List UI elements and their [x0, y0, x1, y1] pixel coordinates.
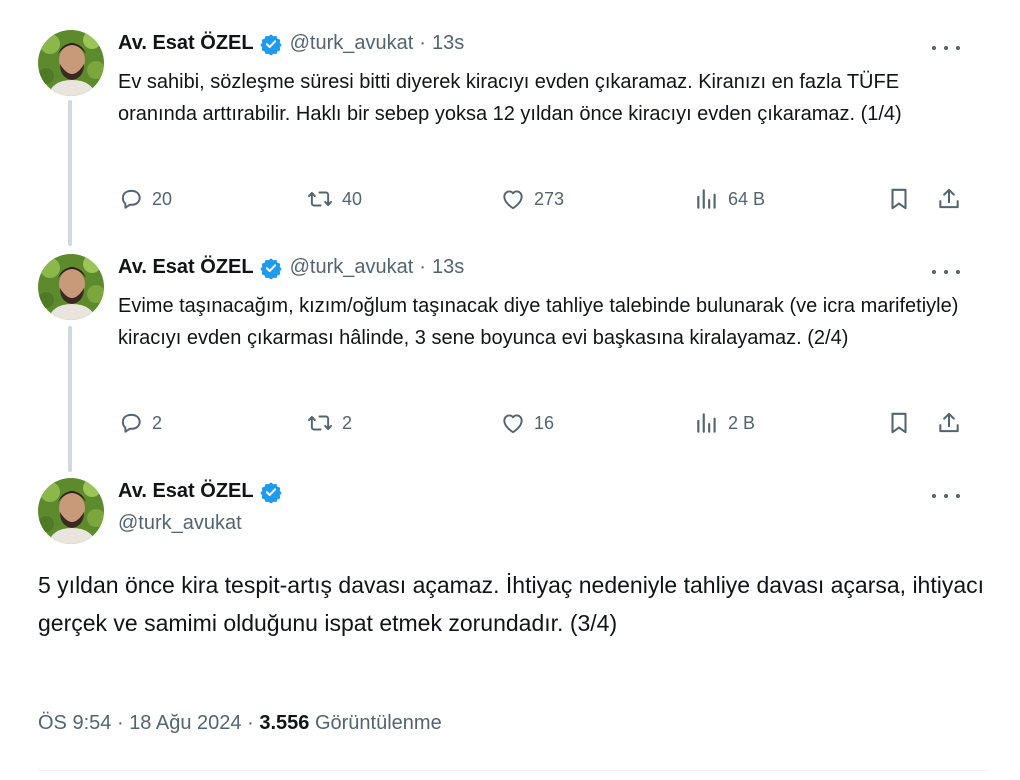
reply-button[interactable]: 2 [118, 410, 162, 436]
separator: · [419, 256, 426, 278]
tweet-header: Av. Esat ÖZEL [118, 480, 282, 503]
tweet-text: Ev sahibi, sözleşme süresi bitti diyerek… [118, 71, 902, 125]
more-icon[interactable] [932, 38, 960, 58]
repost-count: 40 [342, 188, 363, 209]
author-name[interactable]: Av. Esat ÖZEL [118, 256, 254, 279]
reply-count: 2 [152, 412, 163, 433]
author-name[interactable]: Av. Esat ÖZEL [118, 480, 254, 503]
tweet-text: Evime taşınacağım, kızım/oğlum taşınacak… [118, 295, 959, 349]
bookmark-button[interactable] [886, 186, 912, 212]
views-count: 2 B [728, 412, 756, 433]
views-icon [697, 413, 716, 433]
share-button[interactable] [936, 186, 962, 212]
views-button[interactable]: 64 B [694, 186, 765, 212]
verified-badge-icon [259, 257, 282, 279]
reply-button[interactable]: 20 [118, 186, 172, 212]
bookmark-icon [891, 412, 907, 434]
like-count: 16 [534, 412, 555, 433]
views-icon [697, 189, 716, 209]
more-icon[interactable] [932, 262, 960, 282]
tweet-time[interactable]: 13s [432, 256, 464, 279]
bookmark-button[interactable] [886, 410, 912, 436]
repost-button[interactable]: 2 [306, 410, 352, 436]
separator: · [419, 32, 426, 54]
repost-count: 2 [342, 412, 353, 433]
like-button[interactable]: 16 [500, 410, 554, 436]
tweet-date[interactable]: 18 Ağu 2024 [129, 712, 241, 734]
tweet-meta: ÖS 9:54 · 18 Ağu 2024 · 3.556 Görüntülen… [38, 712, 442, 735]
share-icon [939, 188, 959, 209]
views-button[interactable]: 2 B [694, 410, 755, 436]
repost-icon [307, 191, 333, 207]
views-count: 3.556 [259, 712, 310, 734]
verified-badge-icon [259, 481, 282, 503]
bookmark-icon [891, 188, 907, 210]
tweet-header: Av. Esat ÖZEL @turk_avukat · 13s [118, 32, 464, 55]
verified-badge-icon [259, 33, 282, 55]
reply-icon [121, 189, 141, 209]
tweet-actions: 20 40 273 64 B [118, 186, 964, 216]
avatar[interactable] [38, 478, 104, 544]
repost-icon [307, 415, 333, 431]
views-label: Görüntülenme [314, 712, 442, 734]
repost-button[interactable]: 40 [306, 186, 362, 212]
reply-icon [121, 413, 141, 433]
tweet-actions: 2 2 16 2 B [118, 410, 964, 440]
author-handle[interactable]: @turk_avukat [290, 256, 414, 279]
tweet-time[interactable]: ÖS 9:54 [38, 712, 111, 734]
tweet-text: 5 yıldan önce kira tespit-artış davası a… [38, 572, 985, 636]
separator: · [247, 712, 254, 734]
heart-icon [503, 190, 523, 210]
tweet-header: Av. Esat ÖZEL @turk_avukat · 13s [118, 256, 464, 279]
share-icon [939, 412, 959, 433]
like-button[interactable]: 273 [500, 186, 564, 212]
thread-line [68, 326, 72, 472]
avatar[interactable] [38, 254, 104, 320]
reply-count: 20 [152, 188, 173, 209]
heart-icon [503, 414, 523, 434]
avatar[interactable] [38, 30, 104, 96]
views-count: 64 B [728, 188, 766, 209]
tweet-time[interactable]: 13s [432, 32, 464, 55]
share-button[interactable] [936, 410, 962, 436]
separator: · [116, 712, 124, 734]
divider [38, 770, 988, 771]
author-handle[interactable]: @turk_avukat [118, 512, 242, 535]
more-icon[interactable] [932, 486, 960, 506]
author-name[interactable]: Av. Esat ÖZEL [118, 32, 254, 55]
thread-line [68, 100, 72, 246]
like-count: 273 [534, 188, 565, 209]
author-handle[interactable]: @turk_avukat [290, 32, 414, 55]
